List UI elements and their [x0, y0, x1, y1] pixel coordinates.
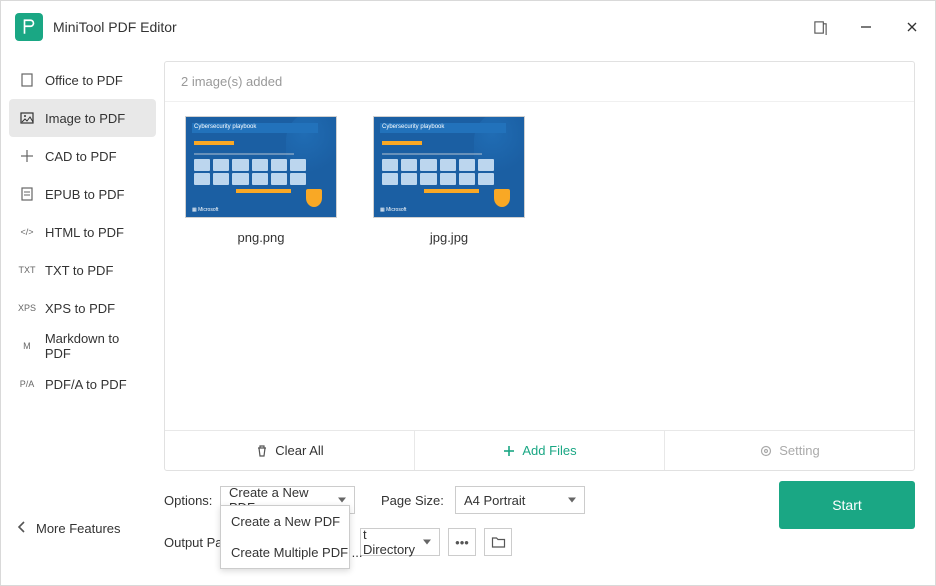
image-icon — [17, 108, 37, 128]
sidebar-item-html-to-pdf[interactable]: </> HTML to PDF — [9, 213, 156, 251]
sidebar-item-xps-to-pdf[interactable]: XPS XPS to PDF — [9, 289, 156, 327]
gear-icon — [759, 444, 773, 458]
more-button[interactable]: ••• — [448, 528, 476, 556]
panel-count-text: 2 image(s) added — [165, 62, 914, 102]
txt-icon: TXT — [17, 260, 37, 280]
sidebar-item-label: Office to PDF — [45, 73, 123, 88]
thumbnail-preview: Cybersecurity playbook ▦ Microsoft — [373, 116, 525, 218]
sidebar-item-txt-to-pdf[interactable]: TXT TXT to PDF — [9, 251, 156, 289]
browse-folder-button[interactable] — [484, 528, 512, 556]
file-panel: 2 image(s) added Cybersecurity playbook … — [164, 61, 915, 471]
sidebar-item-epub-to-pdf[interactable]: EPUB to PDF — [9, 175, 156, 213]
ellipsis-icon: ••• — [455, 535, 469, 550]
options-menu-item[interactable]: Create Multiple PDF ... — [221, 537, 349, 568]
epub-icon — [17, 184, 37, 204]
thumbnail-item[interactable]: Cybersecurity playbook ▦ Microsoft png.p… — [185, 116, 337, 245]
sidebar-item-label: TXT to PDF — [45, 263, 113, 278]
html-icon: </> — [17, 222, 37, 242]
more-features-button[interactable]: More Features — [9, 520, 156, 537]
thumbnail-preview: Cybersecurity playbook ▦ Microsoft — [185, 116, 337, 218]
trash-icon — [255, 444, 269, 458]
cad-icon — [17, 146, 37, 166]
start-button[interactable]: Start — [779, 481, 915, 529]
clear-all-button[interactable]: Clear All — [165, 431, 414, 470]
sidebar-item-cad-to-pdf[interactable]: CAD to PDF — [9, 137, 156, 175]
xps-icon: XPS — [17, 298, 37, 318]
output-path-select[interactable]: t Directory — [360, 528, 440, 556]
options-menu-item[interactable]: Create a New PDF — [221, 506, 349, 537]
thumbnail-filename: png.png — [238, 230, 285, 245]
page-size-label: Page Size: — [381, 493, 447, 508]
sidebar-item-pdfa-to-pdf[interactable]: P/A PDF/A to PDF — [9, 365, 156, 403]
sidebar-item-label: EPUB to PDF — [45, 187, 124, 202]
more-features-label: More Features — [36, 521, 121, 536]
app-logo — [15, 13, 43, 41]
minimize-button[interactable] — [843, 1, 889, 53]
sidebar-item-markdown-to-pdf[interactable]: M Markdown to PDF — [9, 327, 156, 365]
close-button[interactable] — [889, 1, 935, 53]
add-files-button[interactable]: Add Files — [414, 431, 665, 470]
plus-icon — [502, 444, 516, 458]
office-icon — [17, 70, 37, 90]
sidebar-item-label: HTML to PDF — [45, 225, 124, 240]
folder-icon — [491, 535, 506, 550]
page-size-select[interactable]: A4 Portrait — [455, 486, 585, 514]
markdown-icon: M — [17, 336, 37, 356]
sidebar-item-label: Markdown to PDF — [45, 331, 148, 361]
thumbnail-filename: jpg.jpg — [430, 230, 468, 245]
setting-button[interactable]: Setting — [665, 431, 914, 470]
chevron-left-icon — [17, 520, 26, 537]
pdfa-icon: P/A — [17, 374, 37, 394]
sidebar-item-image-to-pdf[interactable]: Image to PDF — [9, 99, 156, 137]
sidebar-item-label: CAD to PDF — [45, 149, 117, 164]
thumbnail-item[interactable]: Cybersecurity playbook ▦ Microsoft jpg.j… — [373, 116, 525, 245]
window-extra-icon[interactable] — [797, 1, 843, 53]
options-dropdown: Create a New PDF Create Multiple PDF ... — [220, 505, 350, 569]
app-title: MiniTool PDF Editor — [53, 19, 177, 35]
sidebar-item-label: Image to PDF — [45, 111, 125, 126]
sidebar-item-label: XPS to PDF — [45, 301, 115, 316]
options-label: Options: — [164, 493, 220, 508]
sidebar-item-label: PDF/A to PDF — [45, 377, 127, 392]
sidebar-item-office-to-pdf[interactable]: Office to PDF — [9, 61, 156, 99]
